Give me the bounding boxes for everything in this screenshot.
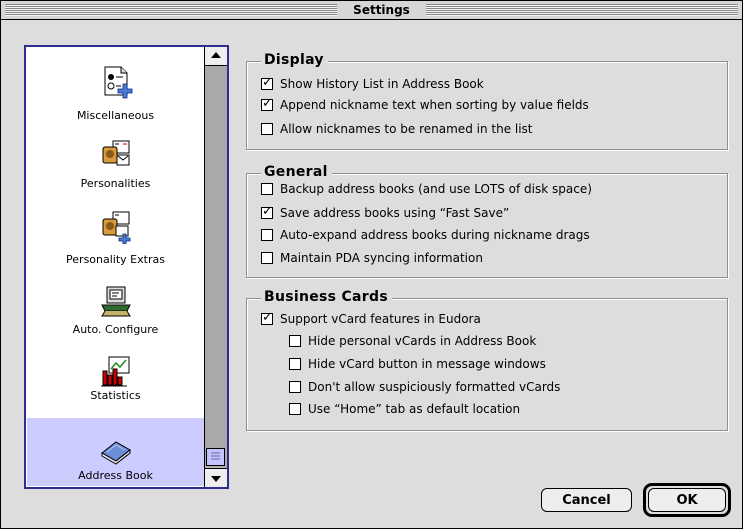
title-bar-stripes (5, 4, 337, 16)
checkbox-label: Auto-expand address books during nicknam… (280, 228, 590, 242)
checkbox-box[interactable] (289, 335, 301, 347)
sidebar-item-label: Address Book (78, 469, 153, 482)
scroll-up-button[interactable] (205, 47, 227, 66)
checkbox-label: Use “Home” tab as default location (308, 402, 521, 416)
checkbox-label: Save address books using “Fast Save” (280, 206, 510, 220)
title-bar[interactable]: Settings (1, 1, 742, 20)
sidebar-item-personality-extras[interactable]: Personality Extras (27, 194, 204, 266)
checkbox-box[interactable] (261, 123, 273, 135)
checkbox-label: Don't allow suspiciously formatted vCard… (308, 380, 561, 394)
sidebar-item-label: Miscellaneous (76, 109, 155, 122)
checkbox-box[interactable] (289, 403, 301, 415)
checkbox-box[interactable]: ✓ (261, 204, 273, 219)
general-group: General Backup address books (and use LO… (246, 164, 728, 278)
display-group: Display ✓ Show History List in Address B… (246, 52, 728, 150)
sidebar-item-statistics[interactable]: Statistics (27, 333, 204, 402)
sidebar-item-address-book[interactable]: Address Book (27, 418, 204, 486)
check-mark-icon: ✓ (262, 75, 273, 90)
cancel-button[interactable]: Cancel (541, 488, 632, 512)
settings-category-list: Miscellaneous Personalities Personality … (24, 45, 229, 489)
arrow-down-icon (211, 476, 221, 482)
sidebar-item-label: Personalities (80, 177, 151, 190)
checkbox-label: Maintain PDA syncing information (280, 251, 483, 265)
checkbox-label: Hide personal vCards in Address Book (308, 334, 537, 348)
scroll-down-button[interactable] (205, 468, 227, 487)
group-title: Business Cards (261, 289, 392, 305)
category-list-content: Miscellaneous Personalities Personality … (27, 48, 204, 486)
arrow-up-icon (211, 52, 221, 58)
sidebar-item-label: Statistics (90, 389, 141, 402)
checkbox-box[interactable]: ✓ (261, 310, 273, 325)
scroll-thumb[interactable] (206, 448, 225, 466)
checkbox-label: Append nickname text when sorting by val… (280, 98, 589, 112)
miscellaneous-icon (104, 66, 133, 99)
checkbox-label: Hide vCard button in message windows (308, 357, 546, 371)
checkbox-label: Support vCard features in Eudora (280, 312, 481, 326)
checkbox-box[interactable] (261, 252, 273, 264)
group-title: Display (261, 52, 328, 68)
checkbox-box[interactable] (261, 183, 273, 195)
personality-extras-icon (102, 211, 131, 244)
statistics-icon (101, 356, 130, 387)
address-book-icon (101, 441, 131, 465)
checkbox-box[interactable]: ✓ (261, 96, 273, 111)
checkbox-label: Show History List in Address Book (280, 77, 484, 91)
checkbox-label: Backup address books (and use LOTS of di… (280, 182, 592, 196)
checkbox-box[interactable] (261, 229, 273, 241)
checkbox-box[interactable]: ✓ (261, 75, 273, 90)
personalities-icon (102, 140, 130, 166)
checkbox-box[interactable] (289, 381, 301, 393)
scroll-track[interactable] (205, 66, 227, 467)
sidebar-item-auto-configure[interactable]: Auto. Configure (27, 265, 204, 336)
business-cards-group: Business Cards ✓ Support vCard features … (246, 289, 728, 431)
check-mark-icon: ✓ (262, 204, 273, 219)
category-list-scrollbar[interactable] (204, 47, 227, 487)
ok-button[interactable]: OK (648, 488, 726, 512)
window-title: Settings (337, 1, 426, 19)
check-mark-icon: ✓ (262, 96, 273, 111)
auto-configure-icon (101, 286, 131, 317)
checkbox-label: Allow nicknames to be renamed in the lis… (280, 122, 533, 136)
checkbox-box[interactable] (289, 358, 301, 370)
check-mark-icon: ✓ (262, 310, 273, 325)
grip-icon (211, 452, 220, 460)
title-bar-stripes (426, 4, 738, 16)
group-title: General (261, 164, 332, 180)
sidebar-item-personalities[interactable]: Personalities (27, 125, 204, 193)
settings-window: Settings Miscellaneous Personalities Per… (0, 0, 743, 529)
sidebar-item-miscellaneous[interactable]: Miscellaneous (27, 51, 204, 122)
